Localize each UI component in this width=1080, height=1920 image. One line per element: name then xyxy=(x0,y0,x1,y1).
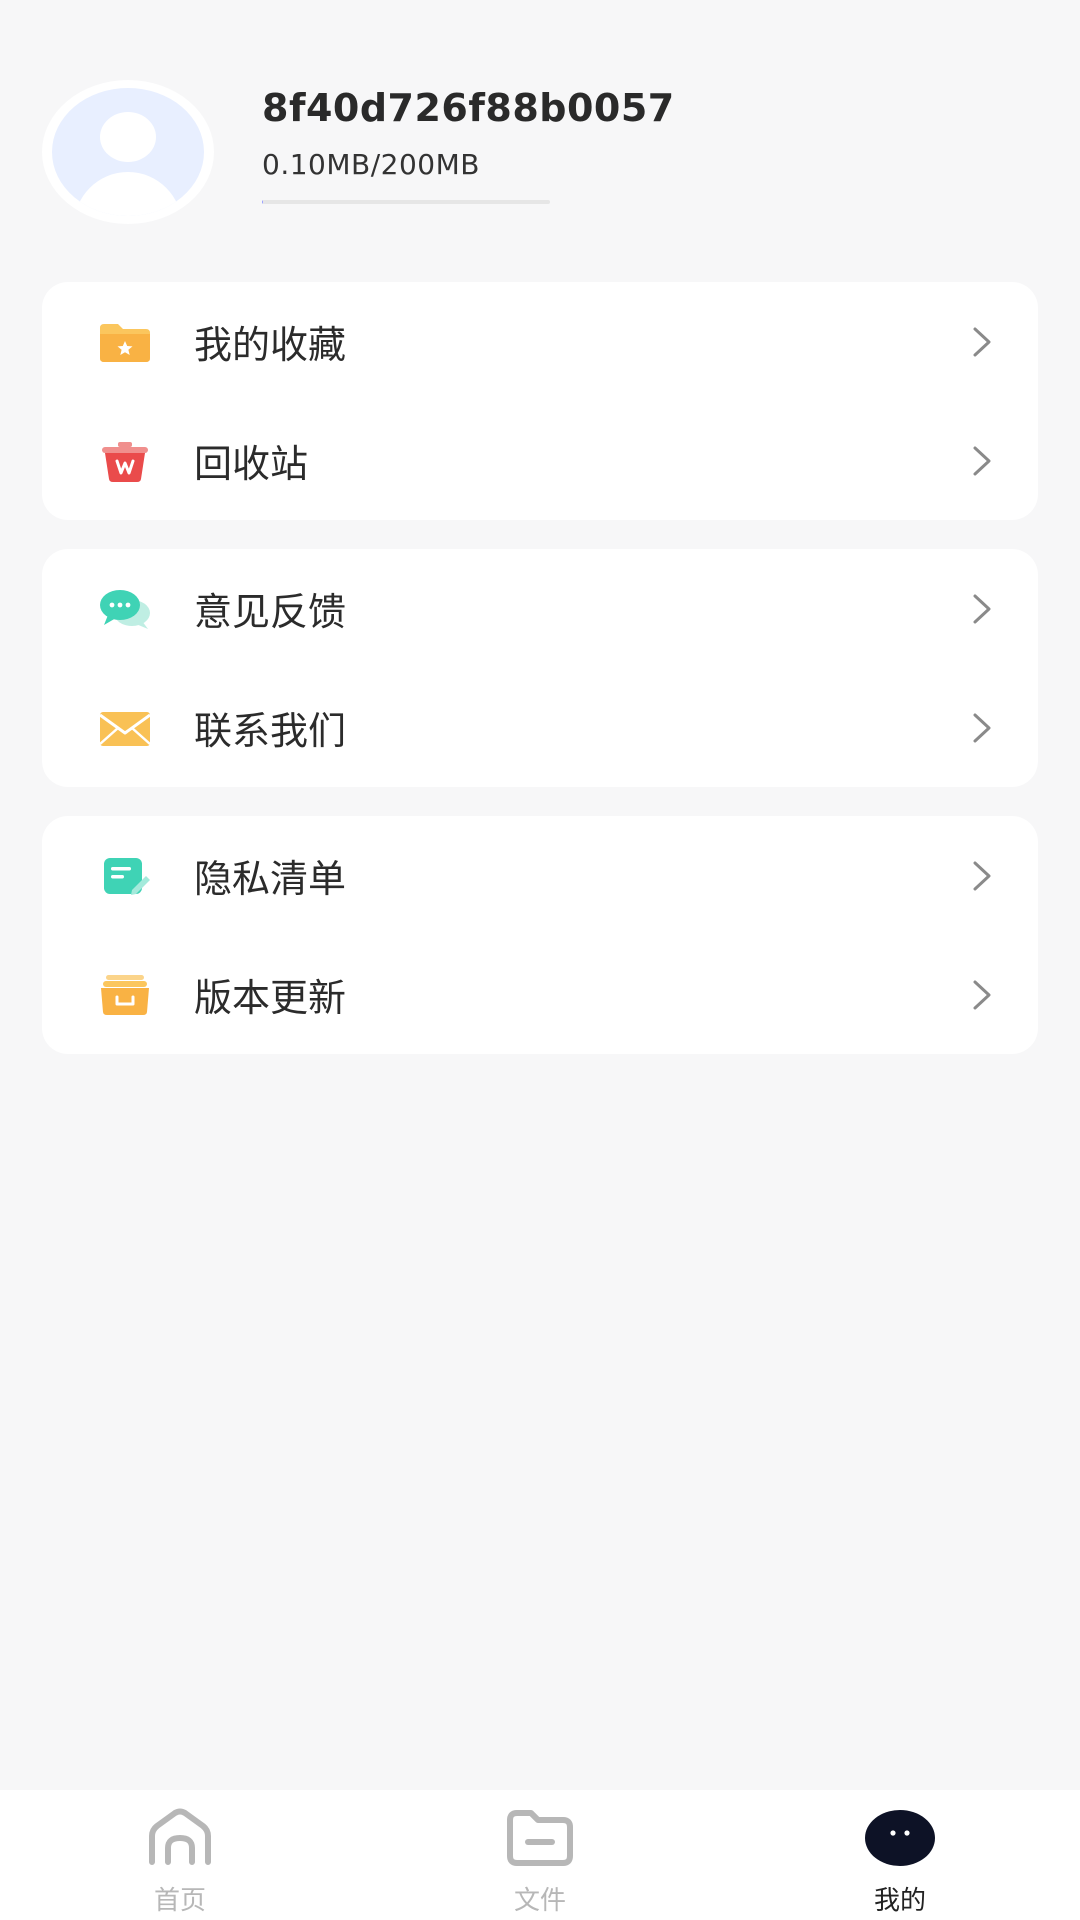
user-id: 8f40d726f88b0057 xyxy=(262,86,675,130)
folder-icon xyxy=(507,1810,573,1866)
menu-item-label: 隐私清单 xyxy=(194,857,347,901)
chevron-right-icon xyxy=(973,446,991,475)
avatar-placeholder-icon xyxy=(52,88,204,216)
menu-item-favorites[interactable]: 我的收藏 xyxy=(42,282,1038,401)
bottom-navigation-bar: 首页 文件 我的 xyxy=(0,1790,1080,1920)
nav-tab-mine[interactable]: 我的 xyxy=(800,1790,1000,1920)
menu-item-contact-us[interactable]: 联系我们 xyxy=(42,668,1038,787)
storage-progress-bar xyxy=(262,200,550,204)
chevron-right-icon xyxy=(973,861,991,890)
profile-header: 8f40d726f88b0057 0.10MB/200MB xyxy=(42,80,1038,230)
menu-card-2: 意见反馈 联系我们 xyxy=(42,549,1038,787)
menu-item-label: 联系我们 xyxy=(194,709,347,753)
menu-item-label: 我的收藏 xyxy=(194,323,347,367)
chevron-right-icon xyxy=(973,713,991,742)
nav-tab-label: 我的 xyxy=(873,1886,926,1916)
recycle-bin-icon xyxy=(102,441,148,482)
chevron-right-icon xyxy=(973,594,991,623)
profile-face-icon xyxy=(865,1810,935,1866)
menu-card-1: 我的收藏 回收站 xyxy=(42,282,1038,520)
feedback-chat-icon xyxy=(100,589,150,629)
menu-item-recycle-bin[interactable]: 回收站 xyxy=(42,401,1038,520)
menu-item-feedback[interactable]: 意见反馈 xyxy=(42,549,1038,668)
avatar[interactable] xyxy=(42,80,214,224)
menu-item-label: 版本更新 xyxy=(194,976,347,1020)
nav-tab-label: 文件 xyxy=(513,1886,566,1916)
menu-card-3: 隐私清单 版本更新 xyxy=(42,816,1038,1054)
chevron-right-icon xyxy=(973,327,991,356)
chevron-right-icon xyxy=(973,980,991,1009)
profile-page: 8f40d726f88b0057 0.10MB/200MB 我的收藏 回收站 意… xyxy=(0,0,1080,1920)
home-icon xyxy=(149,1808,211,1865)
storage-usage-text: 0.10MB/200MB xyxy=(262,148,480,181)
privacy-list-icon xyxy=(104,857,150,895)
update-box-icon xyxy=(101,974,149,1015)
menu-item-label: 意见反馈 xyxy=(194,590,347,634)
nav-tab-files[interactable]: 文件 xyxy=(440,1790,640,1920)
favorites-folder-icon xyxy=(100,323,150,362)
nav-tab-label: 首页 xyxy=(153,1886,206,1916)
menu-item-label: 回收站 xyxy=(194,442,309,486)
nav-tab-home[interactable]: 首页 xyxy=(80,1790,280,1920)
menu-item-privacy-list[interactable]: 隐私清单 xyxy=(42,816,1038,935)
menu-item-version-update[interactable]: 版本更新 xyxy=(42,935,1038,1054)
envelope-icon xyxy=(99,711,151,746)
